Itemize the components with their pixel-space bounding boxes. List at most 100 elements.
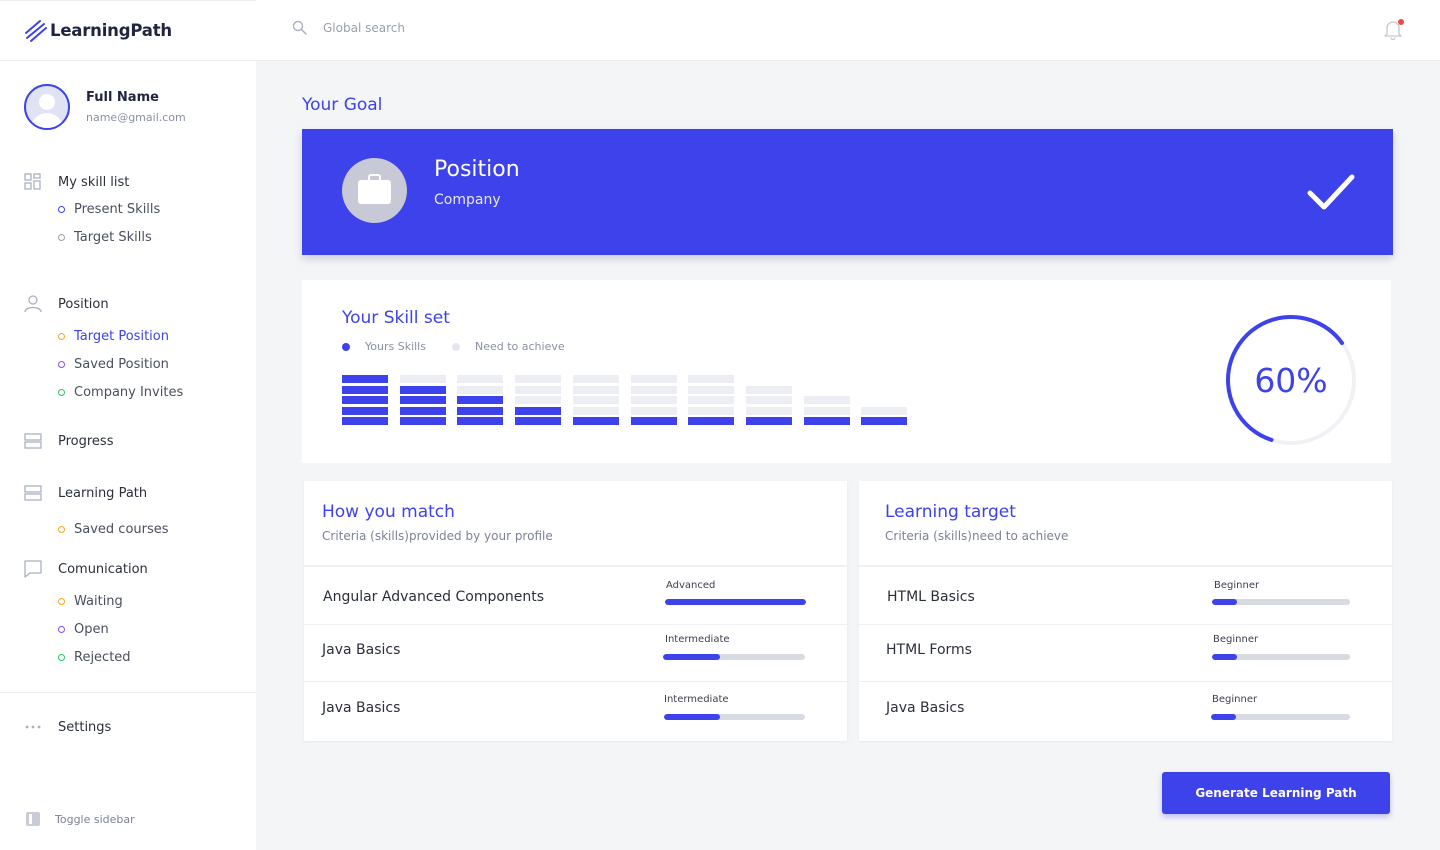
sidebar-item-progress[interactable]: Progress — [24, 431, 113, 451]
legend-label: Yours Skills — [365, 340, 426, 353]
sidebar-item-company-invites[interactable]: Company Invites — [24, 378, 183, 406]
skill-bar-segment — [515, 385, 562, 394]
sidebar-item-label: Rejected — [74, 649, 131, 665]
skill-bar-segment — [688, 375, 735, 383]
user-profile[interactable]: Full Name name@gmail.com — [24, 84, 186, 130]
legend-dot-icon — [451, 342, 460, 351]
nav-section-position: Position Target Position Saved Position … — [24, 294, 183, 406]
sidebar-item-label: Present Skills — [74, 201, 161, 217]
skill-name: Angular Advanced Components — [323, 589, 545, 605]
bullet-icon — [58, 525, 65, 533]
match-card: How you match Criteria (skills)provided … — [304, 481, 847, 741]
skill-bar-segment — [745, 385, 792, 394]
skill-bar-segment — [803, 406, 850, 415]
skill-set-title: Your Skill set — [342, 308, 450, 328]
skill-bar-segment — [515, 375, 562, 383]
learning-target-title: Learning target — [885, 502, 1016, 522]
skill-bar-segment — [745, 417, 792, 425]
sidebar-item-communication[interactable]: Comunication — [24, 559, 148, 579]
sidebar-item-label: Target Skills — [74, 229, 152, 245]
skill-bar-segment — [688, 385, 735, 394]
sidebar-item-label: Position — [58, 296, 109, 312]
skill-bar-segment — [688, 406, 735, 415]
nav-section-progress: Progress — [24, 431, 113, 451]
sidebar-item-waiting[interactable]: Waiting — [24, 587, 148, 615]
chat-icon — [24, 560, 42, 578]
skill-bar-segment — [457, 375, 504, 383]
skill-bar-segment — [572, 385, 619, 394]
nav-section-communication: Comunication Waiting Open Rejected — [24, 559, 148, 671]
sidebar-item-saved-position[interactable]: Saved Position — [24, 350, 183, 378]
match-title: How you match — [322, 502, 455, 522]
search-input[interactable] — [323, 20, 623, 35]
skill-level: Beginner — [1213, 634, 1259, 645]
skill-progress-bar — [663, 654, 805, 660]
sidebar-item-settings[interactable]: Settings — [24, 717, 111, 737]
skill-bar-segment — [572, 375, 619, 383]
skill-bar-segment — [630, 375, 677, 383]
skill-bar-segment — [342, 396, 388, 404]
sidebar-item-skill-list[interactable]: My skill list — [24, 172, 160, 192]
skill-bar-segment — [457, 417, 504, 425]
sidebar: LearningPath Full Name name@gmail.com My… — [0, 0, 256, 850]
notifications-button[interactable] — [1384, 19, 1404, 41]
sidebar-item-present-skills[interactable]: Present Skills — [24, 195, 160, 223]
brand[interactable]: LearningPath — [0, 0, 256, 61]
sidebar-item-saved-courses[interactable]: Saved courses — [24, 515, 169, 543]
skill-bar-column — [688, 375, 735, 425]
table-row[interactable]: Java Basics Intermediate — [304, 682, 847, 740]
sidebar-item-target-skills[interactable]: Target Skills — [24, 223, 160, 251]
skill-bar-segment — [515, 396, 562, 404]
skill-progress-gauge: 60% — [1224, 313, 1358, 447]
skill-bar-column — [342, 375, 388, 425]
notification-badge — [1398, 19, 1404, 25]
briefcase-icon — [342, 158, 407, 223]
sidebar-item-rejected[interactable]: Rejected — [24, 643, 148, 671]
sidebar-item-label: Comunication — [58, 561, 148, 577]
bullet-icon — [58, 332, 65, 340]
bullet-icon — [58, 205, 65, 213]
match-subtitle: Criteria (skills)provided by your profil… — [322, 529, 553, 543]
table-row[interactable]: HTML Forms Beginner — [859, 624, 1392, 682]
skill-legend: Yours Skills Need to achieve — [342, 340, 591, 353]
skill-bars-chart — [342, 373, 912, 425]
table-row[interactable]: Angular Advanced Components Advanced — [304, 567, 847, 625]
legend-item-need: Need to achieve — [451, 340, 565, 353]
sidebar-item-label: Learning Path — [58, 485, 148, 501]
brand-name: LearningPath — [50, 21, 172, 40]
skill-bar-segment — [572, 417, 619, 425]
toggle-sidebar-button[interactable]: Toggle sidebar — [26, 812, 135, 826]
skill-bar-segment — [342, 375, 388, 383]
sidebar-item-label: Target Position — [74, 328, 169, 344]
table-row[interactable]: Java Basics Intermediate — [304, 624, 847, 682]
generate-learning-path-button[interactable]: Generate Learning Path — [1162, 772, 1390, 814]
skill-progress-bar — [664, 714, 805, 720]
skill-bar-segment — [630, 417, 677, 425]
top-bar — [256, 0, 1440, 61]
sidebar-item-open[interactable]: Open — [24, 615, 148, 643]
sidebar-item-target-position[interactable]: Target Position — [24, 322, 183, 350]
skill-bar-segment — [342, 385, 388, 394]
skill-bar-column — [803, 396, 850, 425]
table-row[interactable]: Java Basics Beginner — [859, 682, 1392, 740]
skill-bar-segment — [399, 406, 446, 415]
nav-section-skills: My skill list Present Skills Target Skil… — [24, 172, 160, 251]
skill-bar-segment — [803, 417, 850, 425]
table-row[interactable]: HTML Basics Beginner — [859, 567, 1392, 625]
checkmark-icon — [1307, 174, 1355, 210]
skill-bar-segment — [572, 406, 619, 415]
sidebar-item-position[interactable]: Position — [24, 294, 183, 314]
goal-card[interactable]: Position Company — [302, 129, 1393, 255]
skill-name: Java Basics — [322, 642, 401, 658]
skill-level: Beginner — [1214, 580, 1260, 591]
skill-bar-column — [745, 385, 792, 425]
profile-name: Full Name — [86, 90, 159, 105]
global-search — [292, 20, 623, 35]
sidebar-toggle-icon — [26, 812, 40, 826]
sidebar-item-label: Settings — [58, 719, 112, 735]
goal-section-title: Your Goal — [302, 95, 383, 115]
user-icon — [24, 295, 42, 313]
skill-progress-bar — [665, 599, 806, 605]
sidebar-item-learning-path[interactable]: Learning Path — [24, 483, 169, 503]
skill-bar-segment — [572, 396, 619, 404]
